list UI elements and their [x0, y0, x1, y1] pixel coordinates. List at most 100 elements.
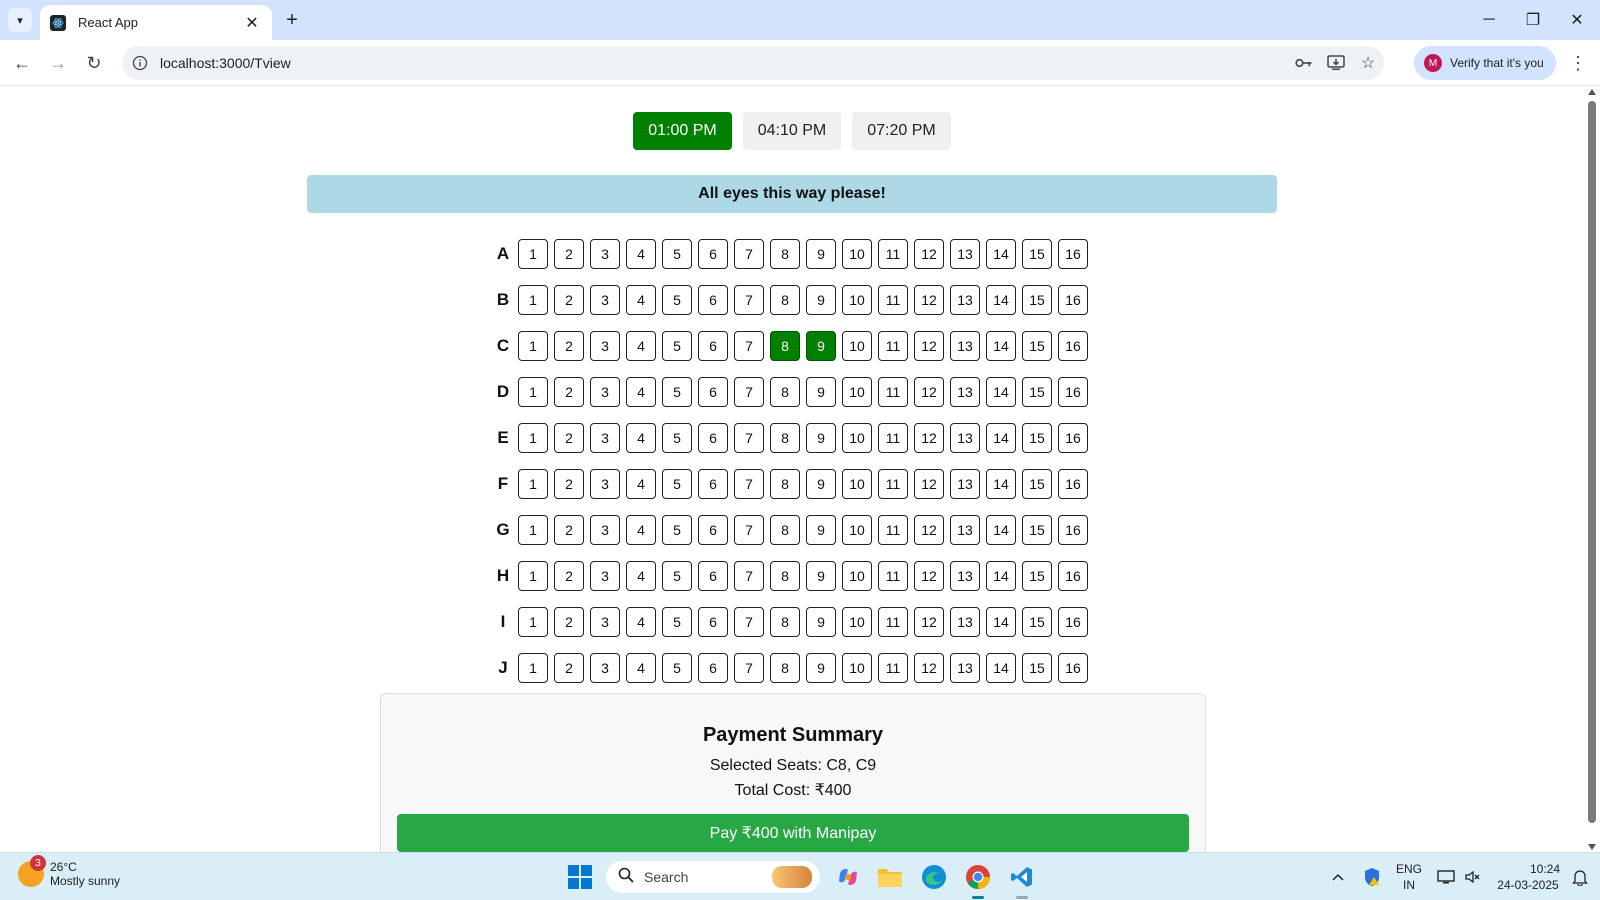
seat-f1[interactable]: 1	[518, 469, 548, 499]
seat-c12[interactable]: 12	[914, 331, 944, 361]
seat-i1[interactable]: 1	[518, 607, 548, 637]
seat-f16[interactable]: 16	[1058, 469, 1088, 499]
close-tab-icon[interactable]: ✕	[242, 13, 262, 33]
seat-i16[interactable]: 16	[1058, 607, 1088, 637]
site-info-icon[interactable]	[126, 49, 154, 77]
seat-h14[interactable]: 14	[986, 561, 1016, 591]
seat-d1[interactable]: 1	[518, 377, 548, 407]
seat-b10[interactable]: 10	[842, 285, 872, 315]
seat-d8[interactable]: 8	[770, 377, 800, 407]
seat-d5[interactable]: 5	[662, 377, 692, 407]
seat-a9[interactable]: 9	[806, 239, 836, 269]
seat-g12[interactable]: 12	[914, 515, 944, 545]
seat-j10[interactable]: 10	[842, 653, 872, 683]
seat-c5[interactable]: 5	[662, 331, 692, 361]
seat-j7[interactable]: 7	[734, 653, 764, 683]
seat-f12[interactable]: 12	[914, 469, 944, 499]
seat-j1[interactable]: 1	[518, 653, 548, 683]
vertical-scrollbar[interactable]	[1584, 87, 1600, 852]
seat-c6[interactable]: 6	[698, 331, 728, 361]
seat-j13[interactable]: 13	[950, 653, 980, 683]
seat-f9[interactable]: 9	[806, 469, 836, 499]
seat-h9[interactable]: 9	[806, 561, 836, 591]
seat-d12[interactable]: 12	[914, 377, 944, 407]
seat-d3[interactable]: 3	[590, 377, 620, 407]
clock[interactable]: 10:24 24-03-2025	[1490, 861, 1566, 893]
seat-h10[interactable]: 10	[842, 561, 872, 591]
seat-j9[interactable]: 9	[806, 653, 836, 683]
seat-j15[interactable]: 15	[1022, 653, 1052, 683]
seat-i3[interactable]: 3	[590, 607, 620, 637]
seat-d16[interactable]: 16	[1058, 377, 1088, 407]
seat-g16[interactable]: 16	[1058, 515, 1088, 545]
seat-e4[interactable]: 4	[626, 423, 656, 453]
seat-b7[interactable]: 7	[734, 285, 764, 315]
seat-f6[interactable]: 6	[698, 469, 728, 499]
seat-a4[interactable]: 4	[626, 239, 656, 269]
seat-i11[interactable]: 11	[878, 607, 908, 637]
showtime-button[interactable]: 04:10 PM	[742, 112, 842, 150]
tab-search-chevron-icon[interactable]: ▾	[8, 8, 32, 32]
seat-f7[interactable]: 7	[734, 469, 764, 499]
seat-c13[interactable]: 13	[950, 331, 980, 361]
notification-bell-icon[interactable]	[1564, 861, 1596, 893]
seat-f3[interactable]: 3	[590, 469, 620, 499]
seat-j4[interactable]: 4	[626, 653, 656, 683]
seat-e11[interactable]: 11	[878, 423, 908, 453]
seat-h4[interactable]: 4	[626, 561, 656, 591]
seat-c15[interactable]: 15	[1022, 331, 1052, 361]
seat-j14[interactable]: 14	[986, 653, 1016, 683]
reload-icon[interactable]: ↻	[80, 49, 108, 77]
seat-b11[interactable]: 11	[878, 285, 908, 315]
seat-f4[interactable]: 4	[626, 469, 656, 499]
install-app-icon[interactable]	[1320, 49, 1352, 77]
seat-i13[interactable]: 13	[950, 607, 980, 637]
seat-b13[interactable]: 13	[950, 285, 980, 315]
address-bar[interactable]: localhost:3000/Tview ☆	[122, 46, 1384, 80]
seat-g7[interactable]: 7	[734, 515, 764, 545]
seat-h8[interactable]: 8	[770, 561, 800, 591]
seat-a10[interactable]: 10	[842, 239, 872, 269]
browser-tab[interactable]: React App ✕	[40, 5, 272, 40]
seat-c11[interactable]: 11	[878, 331, 908, 361]
seat-d4[interactable]: 4	[626, 377, 656, 407]
seat-b15[interactable]: 15	[1022, 285, 1052, 315]
seat-h15[interactable]: 15	[1022, 561, 1052, 591]
seat-b4[interactable]: 4	[626, 285, 656, 315]
seat-b3[interactable]: 3	[590, 285, 620, 315]
seat-h7[interactable]: 7	[734, 561, 764, 591]
seat-e16[interactable]: 16	[1058, 423, 1088, 453]
seat-f5[interactable]: 5	[662, 469, 692, 499]
seat-g9[interactable]: 9	[806, 515, 836, 545]
seat-a16[interactable]: 16	[1058, 239, 1088, 269]
restore-icon[interactable]: ❐	[1511, 0, 1555, 40]
seat-a13[interactable]: 13	[950, 239, 980, 269]
bookmark-star-icon[interactable]: ☆	[1352, 49, 1384, 77]
seat-e8[interactable]: 8	[770, 423, 800, 453]
seat-h6[interactable]: 6	[698, 561, 728, 591]
new-tab-plus-icon[interactable]: +	[280, 8, 304, 32]
seat-e2[interactable]: 2	[554, 423, 584, 453]
seat-d14[interactable]: 14	[986, 377, 1016, 407]
seat-h16[interactable]: 16	[1058, 561, 1088, 591]
seat-e9[interactable]: 9	[806, 423, 836, 453]
seat-c16[interactable]: 16	[1058, 331, 1088, 361]
seat-i10[interactable]: 10	[842, 607, 872, 637]
security-shield-icon[interactable]	[1356, 861, 1388, 893]
seat-j3[interactable]: 3	[590, 653, 620, 683]
seat-i8[interactable]: 8	[770, 607, 800, 637]
seat-j6[interactable]: 6	[698, 653, 728, 683]
windows-start-icon[interactable]	[564, 861, 596, 893]
seat-g15[interactable]: 15	[1022, 515, 1052, 545]
seat-b1[interactable]: 1	[518, 285, 548, 315]
seat-g5[interactable]: 5	[662, 515, 692, 545]
seat-b9[interactable]: 9	[806, 285, 836, 315]
seat-d15[interactable]: 15	[1022, 377, 1052, 407]
seat-c10[interactable]: 10	[842, 331, 872, 361]
file-explorer-icon[interactable]	[874, 861, 906, 893]
seat-f2[interactable]: 2	[554, 469, 584, 499]
scroll-up-icon[interactable]	[1588, 89, 1596, 95]
seat-c4[interactable]: 4	[626, 331, 656, 361]
more-menu-icon[interactable]: ⋮	[1566, 49, 1590, 77]
close-window-icon[interactable]: ✕	[1555, 0, 1599, 40]
